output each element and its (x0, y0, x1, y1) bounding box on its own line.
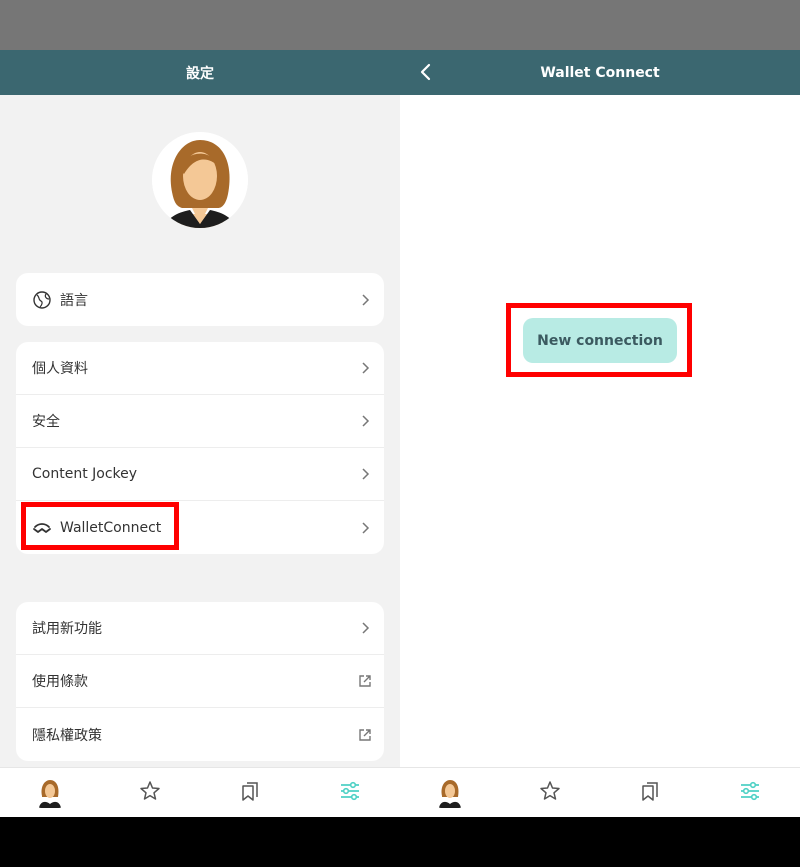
legal-card: 試用新功能 使用條款 隱私權政策 (16, 602, 384, 761)
profile-avatar[interactable] (152, 132, 248, 228)
settings-content: 語言 個人資料 安全 Content Jockey WalletConnect … (0, 95, 400, 767)
terms-label: 使用條款 (32, 674, 88, 690)
chevron-right-icon (358, 467, 372, 481)
walletconnect-header: Wallet Connect (400, 50, 800, 95)
profile-label: 個人資料 (32, 361, 88, 377)
star-icon (139, 780, 161, 806)
walletconnect-content: New connection (400, 95, 800, 767)
privacy-label: 隱私權政策 (32, 727, 102, 744)
chevron-right-icon (358, 361, 372, 375)
external-link-icon (358, 728, 372, 742)
chevron-right-icon (358, 293, 372, 307)
walletconnect-screen: Wallet Connect New connection (400, 0, 800, 867)
avatar (437, 777, 463, 808)
bookmarks-icon (639, 780, 661, 806)
profile-row[interactable]: 個人資料 (16, 342, 384, 395)
bookmarks-icon (239, 780, 261, 806)
security-row[interactable]: 安全 (16, 395, 384, 448)
system-nav-bar (0, 817, 400, 867)
security-label: 安全 (32, 414, 60, 430)
status-bar (400, 0, 800, 50)
chevron-right-icon (358, 414, 372, 428)
language-card: 語言 (16, 273, 384, 326)
try-new-features-label: 試用新功能 (32, 621, 102, 637)
language-label: 語言 (60, 292, 88, 309)
sliders-icon (339, 780, 361, 806)
nav-bookmarks[interactable] (200, 768, 300, 817)
avatar (37, 777, 63, 808)
walletconnect-icon (32, 518, 52, 538)
sliders-icon (739, 780, 761, 806)
chevron-right-icon (358, 521, 372, 535)
page-title: 設定 (186, 65, 214, 82)
external-link-icon (358, 674, 372, 688)
bottom-nav (400, 767, 800, 817)
account-card: 個人資料 安全 Content Jockey WalletConnect (16, 342, 384, 554)
nav-favorites[interactable] (100, 768, 200, 817)
page-title: Wallet Connect (540, 64, 660, 81)
walletconnect-label: WalletConnect (60, 519, 162, 536)
nav-profile[interactable] (0, 768, 100, 817)
settings-header: 設定 (0, 50, 400, 95)
back-arrow-icon[interactable] (416, 62, 436, 82)
bottom-nav (0, 767, 400, 817)
nav-settings[interactable] (300, 768, 400, 817)
content-jockey-row[interactable]: Content Jockey (16, 448, 384, 501)
walletconnect-row[interactable]: WalletConnect (16, 501, 384, 554)
settings-screen: 設定 語言 個人資料 安全 Content Jockey WalletConne… (0, 0, 400, 867)
nav-settings[interactable] (700, 768, 800, 817)
globe-icon (32, 290, 52, 310)
star-icon (539, 780, 561, 806)
privacy-row[interactable]: 隱私權政策 (16, 708, 384, 761)
try-new-features-row[interactable]: 試用新功能 (16, 602, 384, 655)
chevron-right-icon (358, 621, 372, 635)
nav-profile[interactable] (400, 768, 500, 817)
system-nav-bar (400, 817, 800, 867)
nav-favorites[interactable] (500, 768, 600, 817)
status-bar (0, 0, 400, 50)
nav-bookmarks[interactable] (600, 768, 700, 817)
language-row[interactable]: 語言 (16, 273, 384, 326)
new-connection-button[interactable]: New connection (523, 318, 677, 363)
terms-row[interactable]: 使用條款 (16, 655, 384, 708)
content-jockey-label: Content Jockey (32, 466, 138, 482)
